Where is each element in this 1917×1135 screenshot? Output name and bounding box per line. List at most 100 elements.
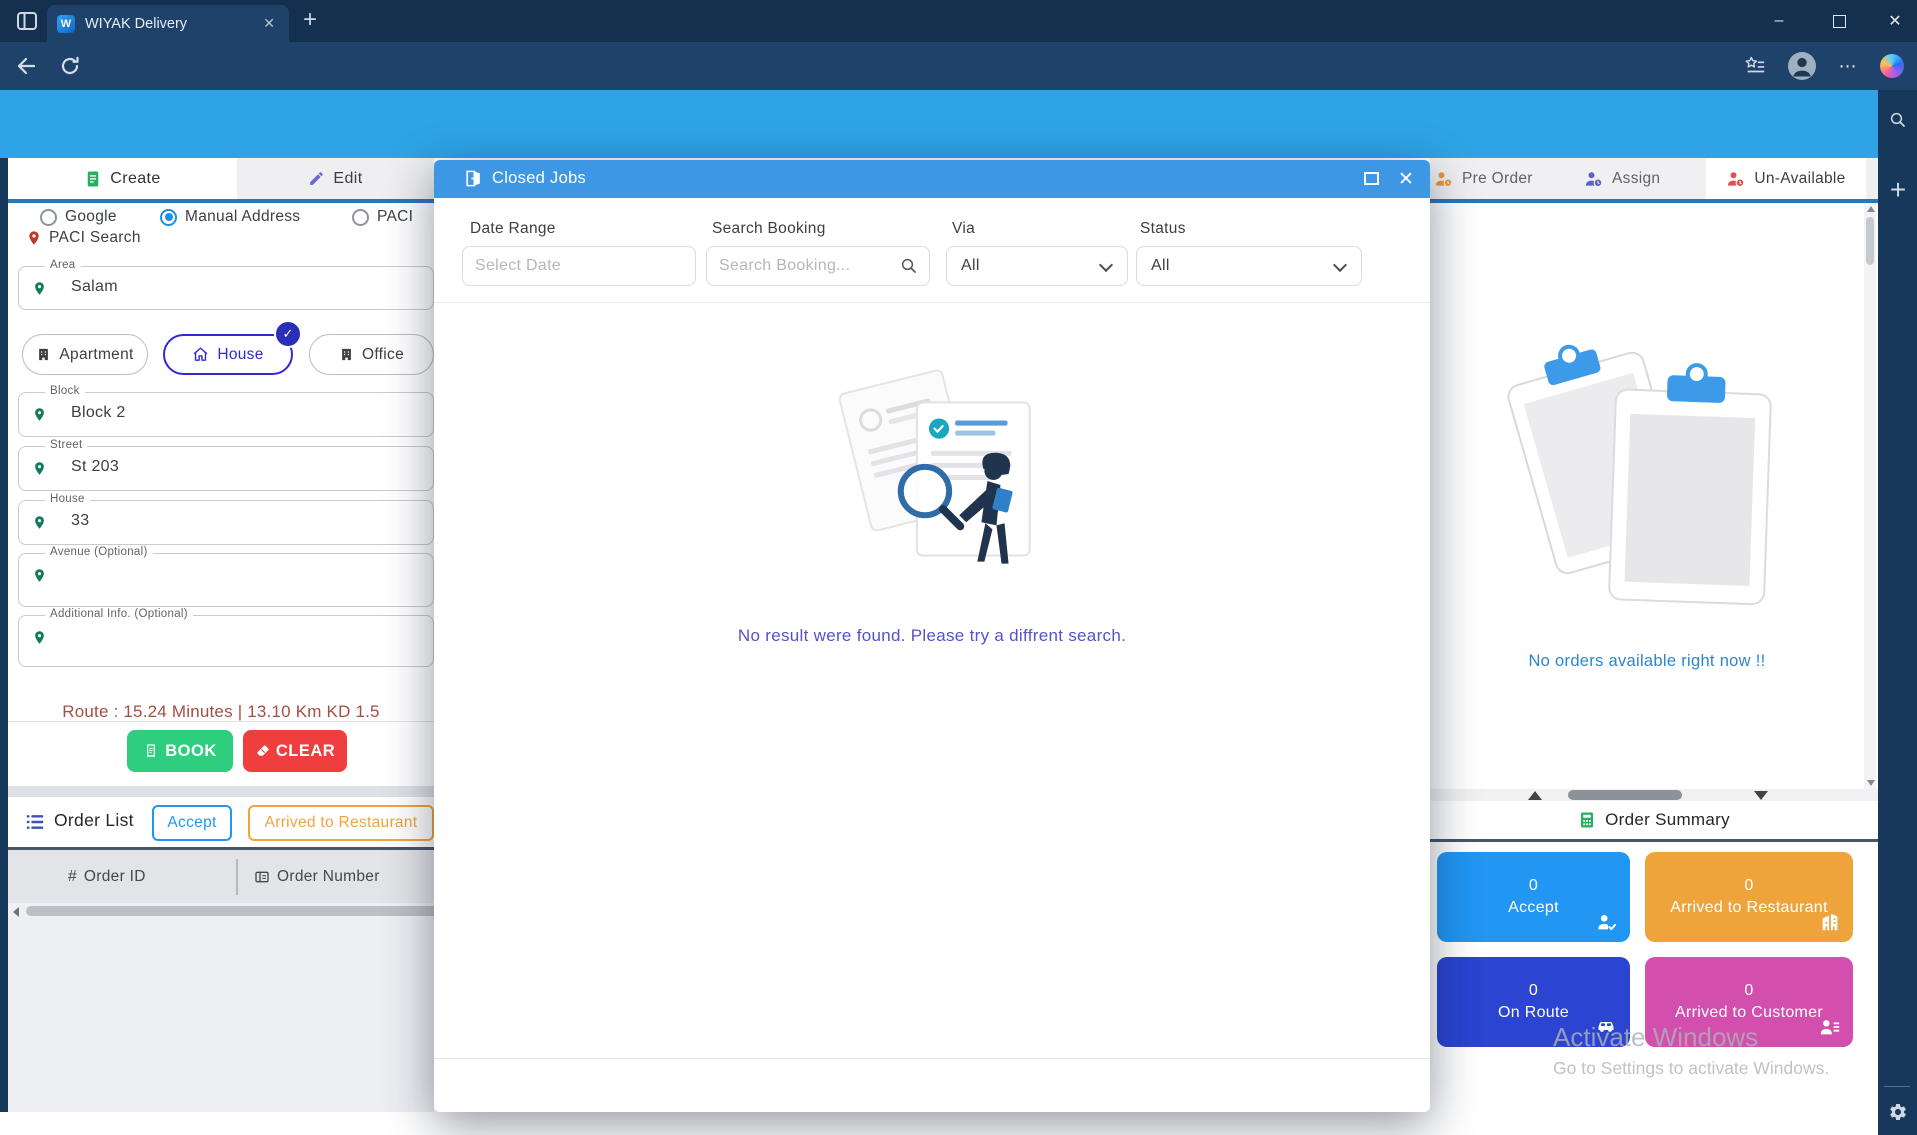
app-header: W DELIVER By WIYAK Close Job Search Job …: [0, 90, 1917, 158]
location-pin-icon: [32, 513, 47, 532]
arrived-customer-count: 0: [1744, 980, 1753, 1002]
chevron-down-icon: [1333, 258, 1347, 272]
search-icon[interactable]: [900, 257, 918, 275]
rail-search-icon[interactable]: [1889, 111, 1907, 129]
tab-un-available[interactable]: Un-Available: [1706, 158, 1866, 199]
radio-selected-icon: [160, 209, 177, 226]
window-restore-button[interactable]: [1817, 6, 1861, 36]
rail-add-icon[interactable]: +: [1882, 172, 1914, 208]
via-select[interactable]: All: [946, 246, 1128, 286]
rail-gear-icon[interactable]: [1888, 1102, 1908, 1122]
order-list-title: Order List: [54, 810, 134, 831]
hash-icon: #: [68, 868, 77, 886]
route-summary: Route : 15.24 Minutes | 13.10 Km KD 1.5: [8, 700, 434, 721]
tab-un-available-label: Un-Available: [1754, 170, 1845, 188]
scrollbar-thumb[interactable]: [1866, 217, 1874, 265]
house-field[interactable]: House 33: [18, 500, 434, 545]
modal-maximize-icon[interactable]: [1364, 172, 1379, 185]
left-panel-backdrop: [8, 919, 434, 1112]
person-clock-icon: [1726, 169, 1746, 189]
paci-search-label: PACI Search: [49, 229, 141, 247]
refresh-icon[interactable]: [58, 54, 82, 78]
summary-divider: [1430, 839, 1878, 842]
order-table-scrollbar[interactable]: [8, 903, 434, 919]
summary-card-accept[interactable]: 0 Accept: [1437, 852, 1630, 942]
browser-menu-icon[interactable]: ⋯: [1834, 54, 1862, 78]
restaurant-building-icon: [1819, 911, 1841, 933]
avenue-field[interactable]: Avenue (Optional): [18, 553, 434, 607]
back-icon[interactable]: [14, 54, 38, 78]
avenue-label: Avenue (Optional): [45, 546, 153, 558]
window-minimize-button[interactable]: –: [1757, 6, 1801, 36]
person-icon: [1788, 52, 1816, 80]
scroll-down-arrow[interactable]: [1867, 780, 1875, 786]
tab-close-icon[interactable]: ✕: [259, 13, 279, 34]
create-doc-icon: [84, 170, 102, 188]
favorites-bar-icon[interactable]: [1744, 55, 1766, 77]
summary-card-arrived-customer[interactable]: 0 Arrived to Customer: [1645, 957, 1853, 1047]
building-type-house[interactable]: House: [163, 334, 293, 375]
modal-close-icon[interactable]: ✕: [1392, 165, 1420, 193]
tab-edit-label: Edit: [333, 170, 362, 188]
search-booking-input[interactable]: [706, 246, 930, 286]
status-label: Status: [1140, 220, 1186, 238]
tab-pre-order[interactable]: Pre Order: [1434, 158, 1533, 199]
scrollbar-thumb[interactable]: [26, 906, 442, 916]
scroll-up-arrow[interactable]: [1528, 791, 1542, 800]
tab-create[interactable]: Create: [8, 158, 237, 199]
browser-tab-bar: W WIYAK Delivery ✕ + – ✕: [0, 0, 1917, 42]
building-type-office[interactable]: Office: [309, 334, 434, 375]
status-select[interactable]: All: [1136, 246, 1362, 286]
tab-actions-icon[interactable]: [15, 9, 39, 33]
copilot-icon[interactable]: [1880, 54, 1904, 78]
area-field[interactable]: Area Salam: [18, 266, 434, 310]
tab-assign-label: Assign: [1612, 170, 1660, 188]
book-button[interactable]: BOOK: [127, 730, 233, 772]
street-field[interactable]: Street St 203: [18, 446, 434, 491]
modal-divider: [434, 302, 1430, 303]
summary-scrollbar[interactable]: [1430, 789, 1878, 801]
no-results-illustration: [796, 350, 1068, 612]
additional-info-field[interactable]: Additional Info. (Optional): [18, 615, 434, 667]
radio-manual-address[interactable]: Manual Address: [160, 206, 300, 228]
office-label: Office: [362, 346, 404, 364]
scroll-up-arrow[interactable]: [1867, 206, 1875, 212]
radio-google[interactable]: Google: [40, 206, 117, 228]
paci-search-link[interactable]: PACI Search: [26, 228, 141, 248]
no-orders-message: No orders available right now !!: [1430, 652, 1864, 671]
browser-tab[interactable]: W WIYAK Delivery ✕: [47, 5, 289, 42]
calculator-icon: [1578, 811, 1596, 829]
scrollbar-thumb[interactable]: [1568, 790, 1682, 800]
window-close-button[interactable]: ✕: [1873, 6, 1917, 36]
building-type-apartment[interactable]: Apartment: [22, 334, 148, 375]
receipt-icon: [143, 743, 159, 759]
car-icon: [1594, 1014, 1618, 1038]
block-field[interactable]: Block Block 2: [18, 392, 434, 437]
door-icon: [464, 169, 483, 188]
summary-card-arrived-restaurant[interactable]: 0 Arrived to Restaurant: [1645, 852, 1853, 942]
person-clock-icon: [1584, 169, 1604, 189]
clear-button[interactable]: CLEAR: [243, 730, 347, 772]
tab-edit[interactable]: Edit: [237, 158, 434, 199]
date-range-input[interactable]: [462, 246, 696, 286]
scroll-left-arrow[interactable]: [13, 907, 19, 917]
summary-card-on-route[interactable]: 0 On Route: [1437, 957, 1630, 1047]
tab-title: WIYAK Delivery: [85, 16, 259, 32]
left-edge-strip: [0, 158, 8, 1112]
filter-arrived-restaurant-button[interactable]: Arrived to Restaurant: [248, 805, 434, 841]
section-separator: [8, 786, 434, 797]
new-tab-button[interactable]: +: [294, 4, 326, 36]
browser-profile-avatar[interactable]: [1788, 52, 1816, 80]
form-divider: [8, 721, 434, 722]
radio-paci[interactable]: PACI: [352, 206, 413, 228]
modal-header[interactable]: Closed Jobs ✕: [434, 160, 1430, 198]
radio-paci-label: PACI: [377, 208, 413, 226]
location-pin-icon: [32, 628, 47, 647]
house-number-label: House: [45, 493, 90, 505]
right-panel-scrollbar[interactable]: [1864, 203, 1876, 789]
tab-assign[interactable]: Assign: [1584, 158, 1660, 199]
scroll-down-arrow[interactable]: [1754, 791, 1768, 800]
empty-orders-illustration: [1478, 312, 1788, 622]
street-value: St 203: [71, 458, 119, 476]
filter-accept-button[interactable]: Accept: [152, 805, 232, 841]
